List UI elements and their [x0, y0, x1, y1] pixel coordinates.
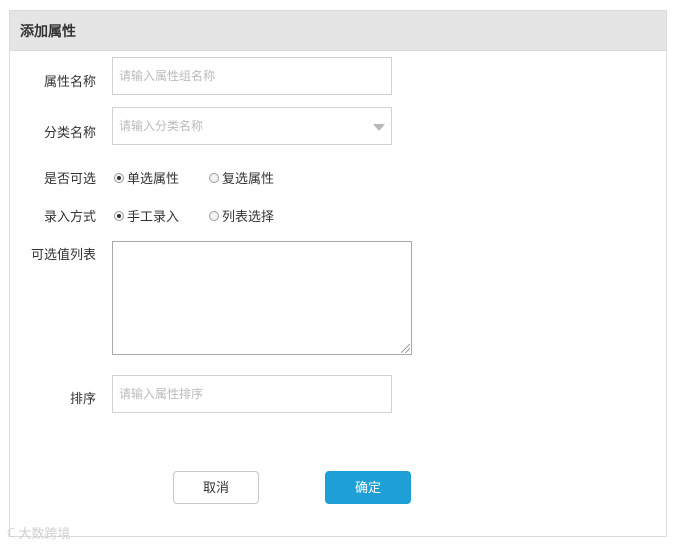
category-label: 分类名称	[43, 125, 96, 140]
category-placeholder: 请输入分类名称	[119, 119, 204, 133]
radio-unchecked-icon	[209, 210, 219, 221]
watermark: ℂ 大数跨境	[7, 523, 70, 542]
radio-manual-entry[interactable]: 手工录入	[114, 206, 179, 225]
watermark-text: 大数跨境	[18, 526, 71, 541]
radio-unchecked-icon	[209, 172, 219, 183]
resize-handle-icon[interactable]	[401, 344, 410, 353]
attr-name-input[interactable]: 请输入属性组名称	[112, 57, 392, 95]
selectable-label: 是否可选	[43, 171, 96, 186]
radio-checked-icon	[114, 172, 124, 183]
radio-label: 列表选择	[222, 209, 275, 224]
radio-multi-select[interactable]: 复选属性	[209, 168, 274, 187]
radio-label: 手工录入	[127, 209, 180, 224]
attr-name-label: 属性名称	[43, 74, 96, 89]
radio-label: 复选属性	[222, 171, 275, 186]
radio-list-select[interactable]: 列表选择	[209, 206, 274, 225]
attr-name-placeholder: 请输入属性组名称	[119, 69, 216, 83]
sort-label: 排序	[69, 391, 96, 406]
values-list-textarea[interactable]	[112, 241, 412, 355]
radio-checked-icon	[114, 210, 124, 221]
sort-placeholder: 请输入属性排序	[119, 387, 204, 401]
confirm-button[interactable]: 确定	[325, 471, 411, 504]
add-attribute-dialog: 添加属性 属性名称 请输入属性组名称 分类名称 请输入分类名称 是否可选 单选属…	[9, 10, 667, 537]
dialog-title: 添加属性	[10, 11, 666, 51]
radio-label: 单选属性	[127, 171, 180, 186]
entry-mode-label: 录入方式	[43, 209, 96, 224]
watermark-logo-icon: ℂ	[7, 525, 16, 540]
values-list-label: 可选值列表	[30, 247, 96, 262]
cancel-button[interactable]: 取消	[173, 471, 259, 504]
chevron-down-icon	[373, 124, 385, 131]
radio-single-select[interactable]: 单选属性	[114, 168, 179, 187]
sort-input[interactable]: 请输入属性排序	[112, 375, 392, 413]
category-select[interactable]: 请输入分类名称	[112, 107, 392, 145]
